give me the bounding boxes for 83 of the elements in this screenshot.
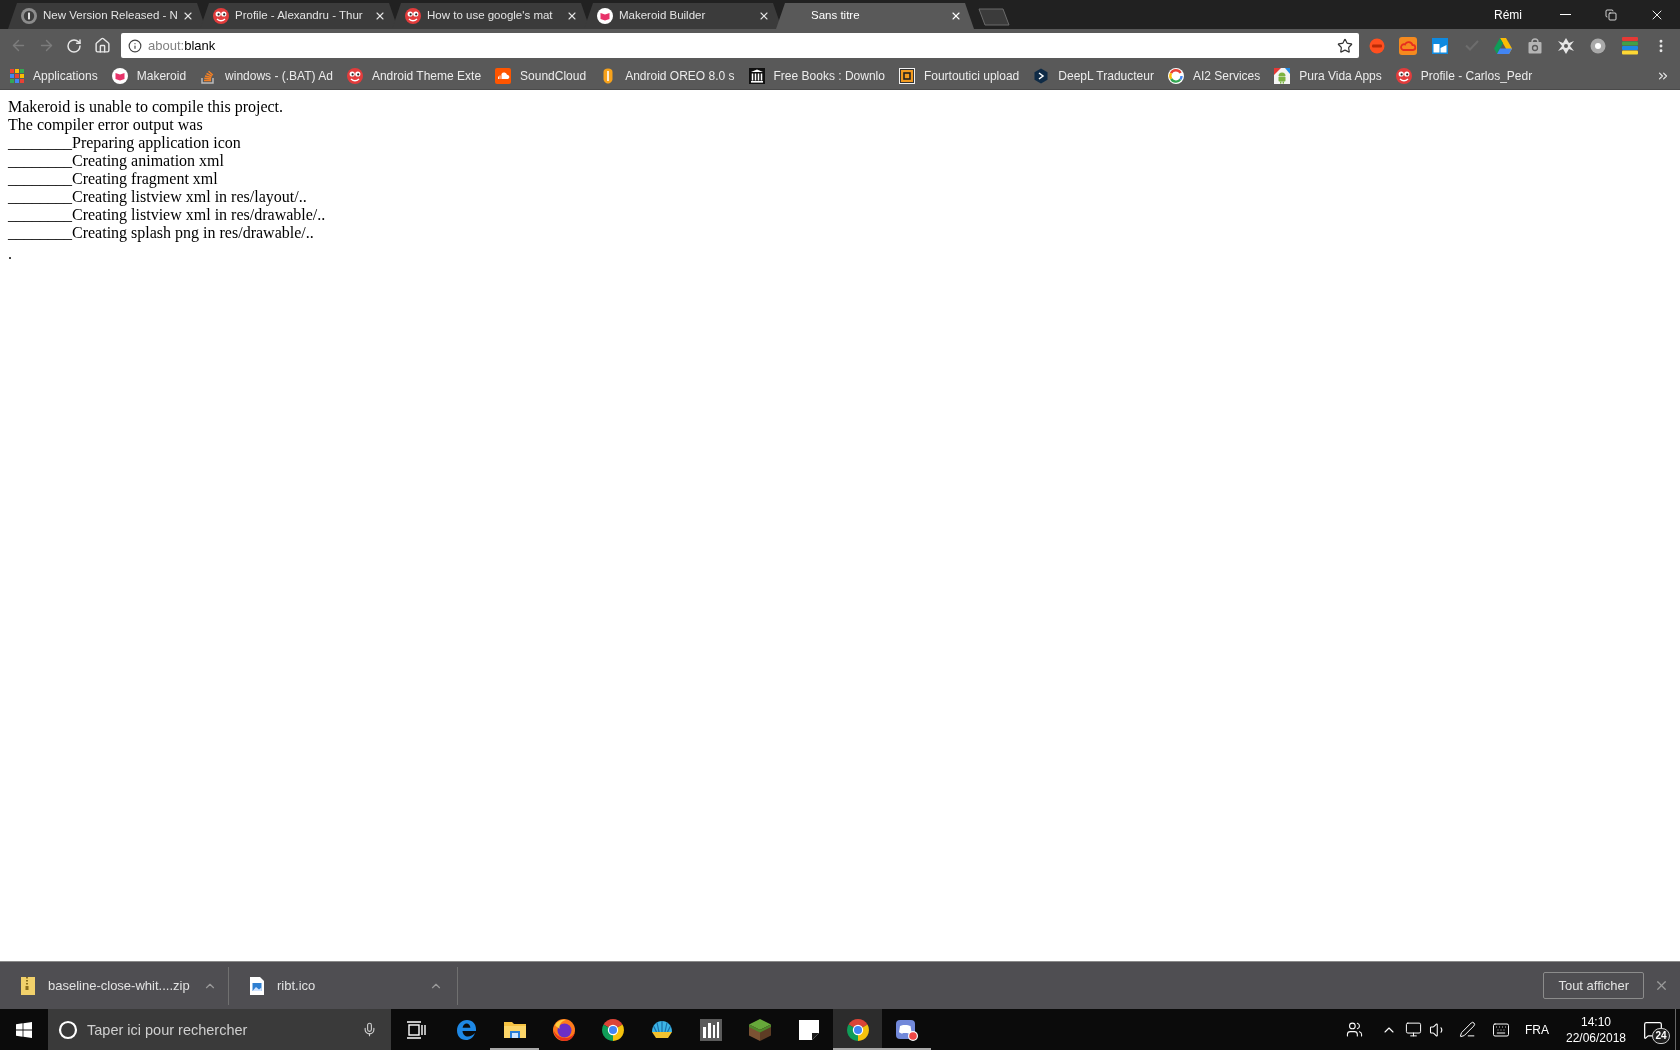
bookmark[interactable]: Android OREO 8.0 s (594, 63, 741, 88)
close-icon (374, 10, 386, 22)
home-icon (93, 37, 111, 54)
pen-icon[interactable] (1459, 1021, 1476, 1038)
download-item[interactable]: baseline-close-whit....zip (0, 966, 231, 1005)
microphone-icon[interactable] (362, 1022, 377, 1037)
restore-icon (1605, 8, 1617, 21)
circle-icon[interactable] (1589, 37, 1606, 54)
grid-icon (10, 68, 24, 83)
task-view-icon (406, 1020, 426, 1039)
new-tab-button[interactable] (978, 8, 1010, 26)
bag-icon[interactable] (1526, 37, 1543, 54)
creature-icon (213, 8, 229, 24)
creature-icon (346, 67, 363, 84)
search-field[interactable]: Taper ici pour rechercher (48, 1009, 391, 1050)
book-icon (111, 67, 128, 84)
keyboard-icon[interactable] (1490, 1020, 1512, 1039)
circle-logo-icon (600, 1017, 625, 1042)
clock[interactable]: 14:10 22/06/2018 (1563, 1009, 1629, 1050)
creature-icon (1395, 67, 1412, 84)
image-file-icon (250, 976, 264, 995)
error-message-line: ________Creating fragment xml (8, 170, 218, 188)
error-message-line: ________Preparing application icon (8, 134, 241, 152)
people-icon[interactable] (1346, 1021, 1363, 1038)
bookmark[interactable]: Profile - Carlos_Pedr (1389, 63, 1539, 88)
ring-icon (1167, 67, 1184, 84)
hexagon-icon (1033, 67, 1050, 84)
close-icon (950, 10, 962, 22)
profile-name[interactable]: Rémi (1494, 5, 1522, 24)
show-all-button[interactable]: Tout afficher (1543, 972, 1644, 999)
error-message-line: ________Creating listview xml in res/layout/.. (8, 188, 307, 206)
bookmark[interactable]: windows - (.BAT) Ad (194, 63, 339, 88)
network-icon[interactable] (1405, 1021, 1422, 1038)
notification-count: 24 (1652, 1028, 1670, 1044)
cloud-music-icon[interactable] (1399, 36, 1418, 55)
taskbar-app-button[interactable] (833, 1009, 882, 1050)
close-icon (758, 10, 770, 22)
end-mark: . (8, 245, 12, 263)
tile-icon (698, 1017, 723, 1042)
address-field[interactable]: about:blank (121, 33, 1359, 58)
bookmark[interactable]: AI2 Services (1161, 63, 1267, 88)
circle-logo-icon (845, 1017, 870, 1042)
bookmark[interactable]: Fourtoutici upload (892, 63, 1026, 88)
robot-icon (1274, 67, 1291, 84)
new-tab-icon (978, 8, 1010, 26)
bookmark[interactable]: Makeroid (105, 63, 193, 88)
note-icon (796, 1017, 821, 1042)
bookmark[interactable]: Android Theme Exte (340, 63, 488, 88)
error-message-line: ________Creating animation xml (8, 152, 224, 170)
browser-tab[interactable]: Sans titre (776, 3, 974, 29)
pillars-icon (748, 67, 765, 84)
bookmark[interactable]: Applications (4, 63, 104, 88)
window-icon[interactable] (1432, 37, 1448, 54)
reload-icon (66, 37, 82, 54)
four-panes-icon (16, 1021, 32, 1038)
star-shape-icon[interactable] (1557, 36, 1576, 55)
error-message-line: Makeroid is unable to compile this project. (8, 98, 284, 116)
disc-icon (21, 8, 37, 24)
stacked-bars-icon[interactable] (1621, 36, 1638, 55)
language-indicator[interactable]: FRA (1525, 1020, 1549, 1039)
bookmark[interactable]: DeepL Traducteur (1027, 63, 1160, 88)
bookmark[interactable]: Free Books : Downlo (742, 63, 891, 88)
triangle-icon[interactable] (1494, 37, 1513, 54)
close-icon (566, 10, 578, 22)
error-message-line: ________Creating splash png in res/drawable/.. (8, 224, 314, 242)
bookmark[interactable]: SoundCloud (489, 63, 593, 88)
error-message-line: The compiler error output was (8, 116, 203, 134)
download-item[interactable]: ribt.ico (229, 966, 457, 1005)
zip-file-icon (21, 976, 35, 995)
creature-icon (405, 8, 421, 24)
minimize-icon (1559, 14, 1571, 15)
cube-icon (747, 1017, 772, 1042)
book-icon (597, 8, 613, 24)
close-icon (182, 10, 194, 22)
bookmark[interactable]: Pura Vida Apps (1268, 63, 1388, 88)
bookmark-star-icon[interactable] (1337, 37, 1353, 54)
globe-icon (551, 1017, 576, 1042)
info-icon[interactable] (128, 38, 142, 53)
frame-icon (898, 67, 915, 84)
chat-app-icon (894, 1017, 919, 1042)
circle-icon (58, 1019, 78, 1040)
error-message-line: ________Creating listview xml in res/drawable/.. (8, 206, 326, 224)
cloud-icon (495, 67, 512, 84)
